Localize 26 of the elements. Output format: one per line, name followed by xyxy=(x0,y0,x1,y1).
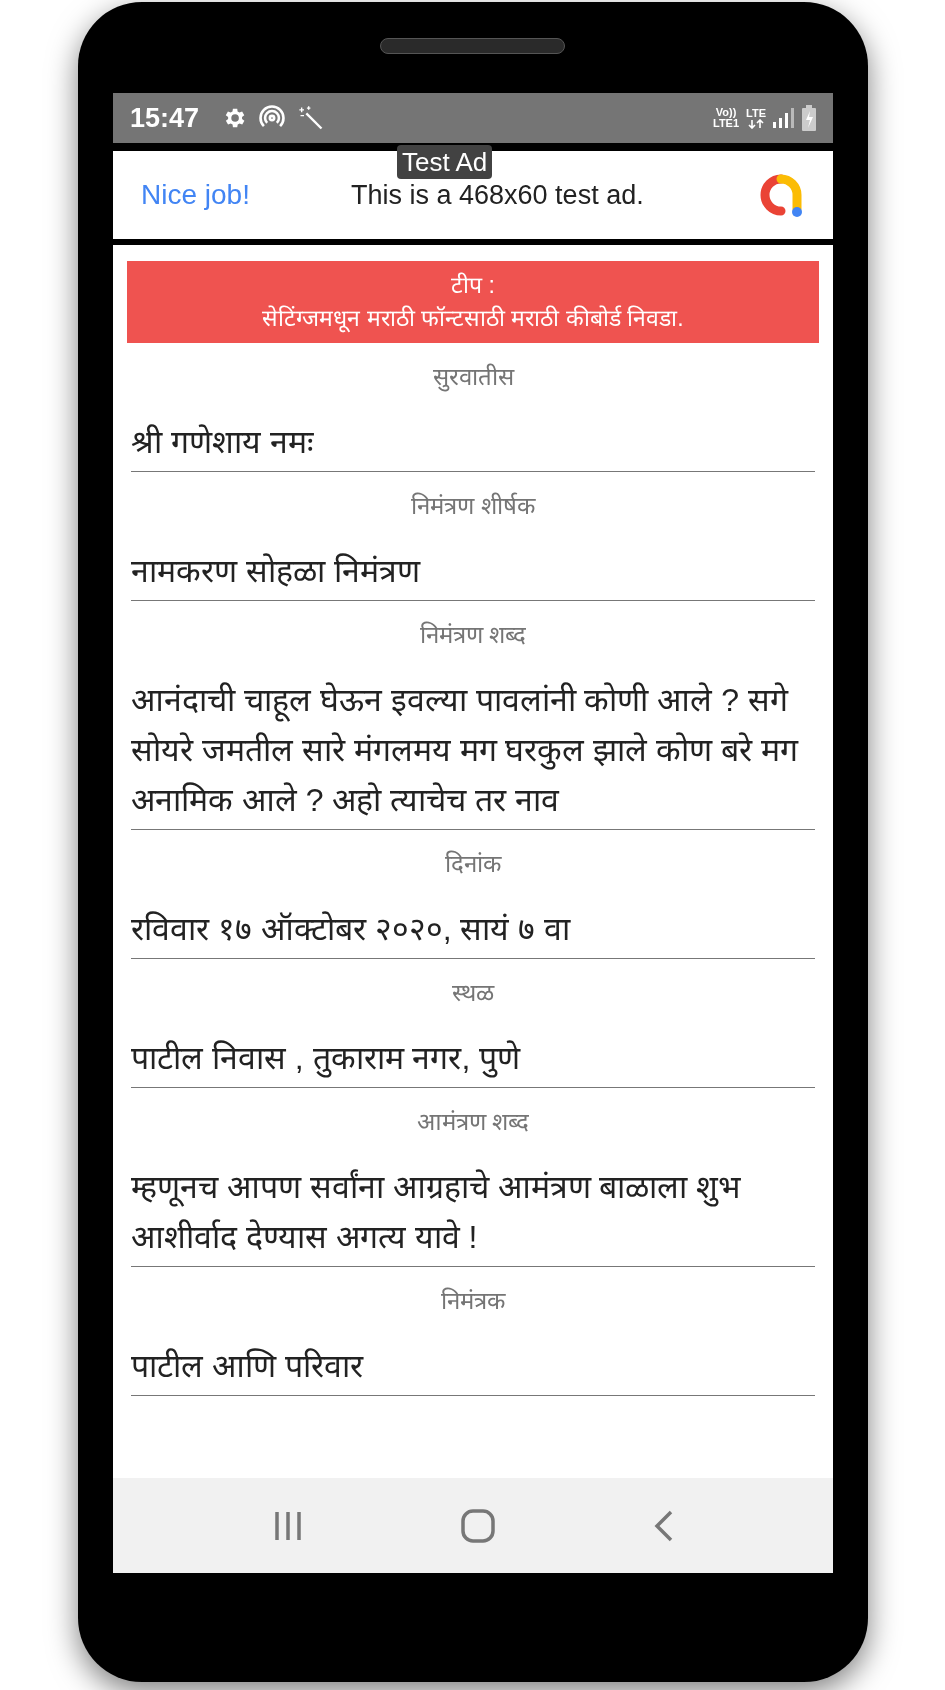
input-field[interactable]: म्हणूनच आपण सर्वांना आग्रहाचे आमंत्रण बाळाला शुभ आशीर्वाद देण्यास अगत्य यावे ! xyxy=(131,1140,815,1267)
ad-headline: Nice job! xyxy=(141,178,251,212)
field-label: दिनांक xyxy=(444,849,503,879)
field-label: सुरवातीस xyxy=(431,362,516,394)
signal-icon xyxy=(772,107,794,129)
field-label: निमंत्रक xyxy=(440,1286,507,1316)
input-field[interactable]: पाटील आणि परिवार xyxy=(131,1319,815,1396)
input-field[interactable]: आनंदाची चाहूल घेऊन इवल्या पावलांनी कोणी आले ? सगे सोयरे जमतील सारे मंगलमय मग घरकुल झाले कोण बरे मग अनामिक आले ? अहो त्याचेच तर नाव xyxy=(131,653,815,830)
tip-title: टीप : xyxy=(450,271,496,300)
field-label: आमंत्रण शब्द xyxy=(415,1107,531,1137)
test-ad-badge: Test Ad xyxy=(397,145,493,179)
input-field[interactable]: पाटील निवास , तुकाराम नगर, पुणे xyxy=(131,1011,815,1088)
field-label: निमंत्रण शब्द xyxy=(418,620,528,650)
network-label: Vo)) LTE1 xyxy=(712,107,741,129)
tip-text: सेटिंग्जमधून मराठी फॉन्टसाठी मराठी कीबोर्ड निवडा. xyxy=(261,304,685,335)
network-label: LTE xyxy=(746,107,766,119)
field-label: स्थळ xyxy=(451,978,496,1008)
field-label: निमंत्रण शीर्षक xyxy=(410,491,537,521)
home-icon[interactable] xyxy=(460,1507,496,1544)
battery-icon xyxy=(802,105,816,131)
ad-text: This is a 468x60 test ad. xyxy=(351,178,645,212)
clock: 15:47 xyxy=(130,101,200,135)
input-field[interactable]: श्री गणेशाय नमः xyxy=(131,395,815,472)
input-field[interactable]: रविवार १७ ऑक्टोबर २०२०, सायं ७ वा xyxy=(131,882,815,959)
data-arrows-icon xyxy=(748,118,764,129)
input-field[interactable]: नामकरण सोहळा निमंत्रण xyxy=(131,524,815,601)
